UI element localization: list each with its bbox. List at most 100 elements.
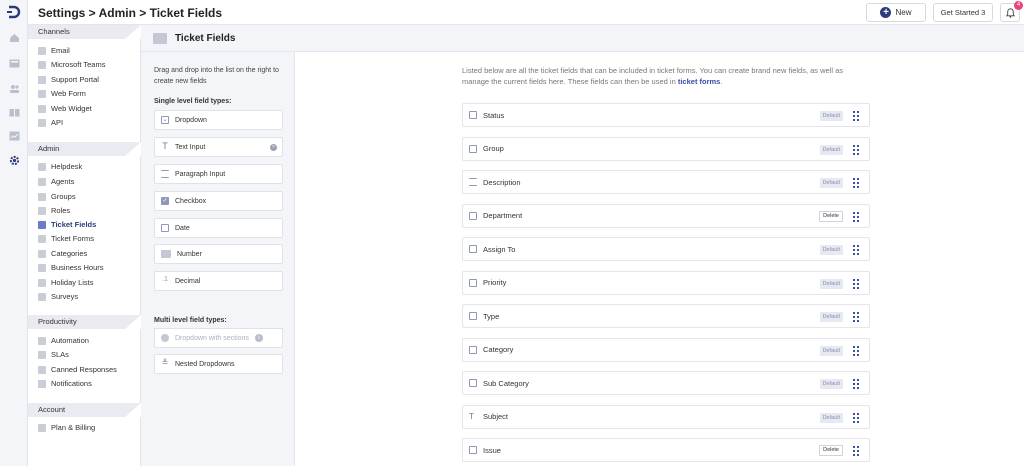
canned-responses-icon: [38, 365, 46, 374]
drag-handle-icon[interactable]: [853, 245, 859, 255]
sidebar-item-label: Roles: [51, 206, 71, 215]
automation-icon: [38, 336, 46, 345]
inbox-icon[interactable]: [7, 57, 21, 69]
drag-handle-icon[interactable]: [853, 412, 859, 423]
sidebar-item-label: Web Form: [51, 89, 86, 98]
ticket-field-row[interactable]: Assign To Default: [462, 237, 870, 261]
helpdesk-icon: [38, 162, 46, 171]
api-icon: [38, 118, 46, 127]
web-widget-icon: [38, 104, 46, 113]
knowledge-icon[interactable]: [7, 106, 21, 118]
ticket-field-row[interactable]: Department Delete: [462, 203, 870, 228]
field-type-label: Date: [175, 224, 190, 232]
paragraph-icon: [469, 178, 477, 186]
ticket-field-row[interactable]: Priority Default: [462, 270, 870, 295]
ticket-field-name: Group: [483, 144, 504, 153]
sidebar-item-notifications[interactable]: Notifications: [38, 378, 92, 389]
field-type-dropdown-with-sections[interactable]: Dropdown with sections i: [154, 328, 283, 348]
sidebar-item-helpdesk[interactable]: Helpdesk: [38, 161, 82, 172]
reports-icon[interactable]: [7, 130, 21, 142]
notifications-button[interactable]: 4: [1000, 1, 1023, 22]
sidebar-item-automation[interactable]: Automation: [38, 335, 89, 346]
sidebar-item-surveys[interactable]: Surveys: [38, 291, 78, 302]
plus-icon: +: [880, 7, 892, 18]
ticket-field-row[interactable]: Description Default: [462, 170, 870, 194]
sidebar-item-label: Business Hours: [51, 263, 104, 272]
field-type-dropdown[interactable]: ⌄ Dropdown: [154, 110, 283, 130]
groups-icon: [38, 192, 46, 201]
ticket-field-row[interactable]: T Subject Default: [462, 404, 870, 429]
sidebar-item-ticket-forms[interactable]: Ticket Forms: [38, 233, 94, 244]
notifications-icon: [38, 379, 46, 388]
field-type-palette: Ticket Fields Drag and drop into the lis…: [141, 25, 295, 466]
bell-icon: [1005, 7, 1015, 18]
get-started-button[interactable]: Get Started 3: [933, 3, 993, 22]
sidebar-item-email[interactable]: Email: [38, 45, 70, 56]
field-type-nested-dropdowns[interactable]: ≚ Nested Dropdowns: [154, 354, 283, 374]
ticket-field-row[interactable]: Issue Delete: [462, 438, 870, 462]
drag-handle-icon[interactable]: [853, 446, 859, 456]
sidebar-item-canned-responses[interactable]: Canned Responses: [38, 364, 117, 375]
multi-level-heading: Multi level field types:: [154, 317, 227, 324]
drag-handle-icon[interactable]: [853, 111, 859, 121]
dropdown-icon: [469, 312, 477, 320]
sidebar-item-api[interactable]: API: [38, 117, 63, 128]
sidebar-item-plan-billing[interactable]: Plan & Billing: [38, 422, 95, 433]
sidebar-section-account: Account: [28, 403, 141, 417]
ticket-field-row[interactable]: Type Default: [462, 304, 870, 328]
drag-handle-icon[interactable]: [853, 379, 859, 389]
contacts-icon[interactable]: [7, 82, 21, 94]
sidebar-item-slas[interactable]: SLAs: [38, 349, 69, 360]
ticket-field-row[interactable]: Sub Category Default: [462, 371, 870, 395]
sidebar-item-label: Support Portal: [51, 75, 99, 84]
field-type-label: Text Input: [175, 143, 206, 151]
sidebar-item-web-form[interactable]: Web Form: [38, 88, 86, 99]
field-type-checkbox[interactable]: ✓ Checkbox: [154, 191, 283, 211]
field-type-date[interactable]: Date: [154, 218, 283, 238]
sidebar-item-ticket-fields[interactable]: Ticket Fields: [38, 219, 96, 230]
calendar-icon: [161, 224, 169, 232]
sidebar-item-support-portal[interactable]: Support Portal: [38, 74, 99, 85]
sidebar-section-productivity: Productivity: [28, 315, 141, 329]
logo-icon[interactable]: [6, 5, 22, 19]
drag-handle-icon[interactable]: [853, 278, 859, 289]
delete-button[interactable]: Delete: [819, 210, 843, 222]
sidebar-item-microsoft-teams[interactable]: Microsoft Teams: [38, 59, 105, 70]
ticket-field-row[interactable]: Category Default: [462, 337, 870, 362]
sidebar-item-label: API: [51, 118, 64, 127]
sidebar-item-business-hours[interactable]: Business Hours: [38, 262, 104, 273]
field-type-paragraph-input[interactable]: Paragraph Input: [154, 164, 283, 184]
info-icon[interactable]: i: [254, 334, 263, 342]
ticket-field-name: Status: [483, 110, 505, 120]
drag-handle-icon[interactable]: [853, 211, 859, 222]
drag-handle-icon[interactable]: [853, 178, 859, 188]
field-type-decimal[interactable]: .1 Decimal: [154, 271, 283, 291]
sidebar-item-holiday-lists[interactable]: Holiday Lists: [38, 277, 94, 288]
sidebar-item-label: Ticket Forms: [51, 234, 95, 243]
sidebar-item-roles[interactable]: Roles: [38, 205, 70, 216]
drag-handle-icon[interactable]: [853, 144, 859, 155]
field-type-text-input[interactable]: T Text Input ×: [154, 137, 283, 157]
main-toolbar: [295, 25, 1024, 52]
new-button[interactable]: + New: [866, 3, 926, 22]
field-type-number[interactable]: Number: [154, 244, 283, 264]
ticket-field-name: Subject: [483, 412, 509, 421]
sidebar-item-label: Microsoft Teams: [51, 60, 106, 69]
home-icon[interactable]: [7, 32, 21, 44]
dropdown-icon: [469, 245, 477, 253]
ticket-field-row[interactable]: Group Default: [462, 136, 870, 161]
drag-handle-icon[interactable]: [853, 345, 859, 356]
sidebar-item-web-widget[interactable]: Web Widget: [38, 103, 92, 114]
settings-icon[interactable]: [7, 154, 21, 166]
delete-button[interactable]: Delete: [819, 445, 843, 456]
paragraph-icon: [161, 170, 169, 178]
new-label: New: [895, 8, 912, 17]
sidebar-item-groups[interactable]: Groups: [38, 191, 76, 202]
ticket-field-row[interactable]: Status Default: [462, 103, 870, 127]
drag-handle-icon[interactable]: [853, 312, 859, 322]
close-icon[interactable]: ×: [270, 144, 277, 151]
sidebar-item-categories[interactable]: Categories: [38, 248, 87, 259]
ticket-forms-link[interactable]: ticket forms: [678, 77, 721, 86]
sidebar-item-agents[interactable]: Agents: [38, 176, 74, 187]
field-type-label: Nested Dropdowns: [175, 360, 235, 368]
